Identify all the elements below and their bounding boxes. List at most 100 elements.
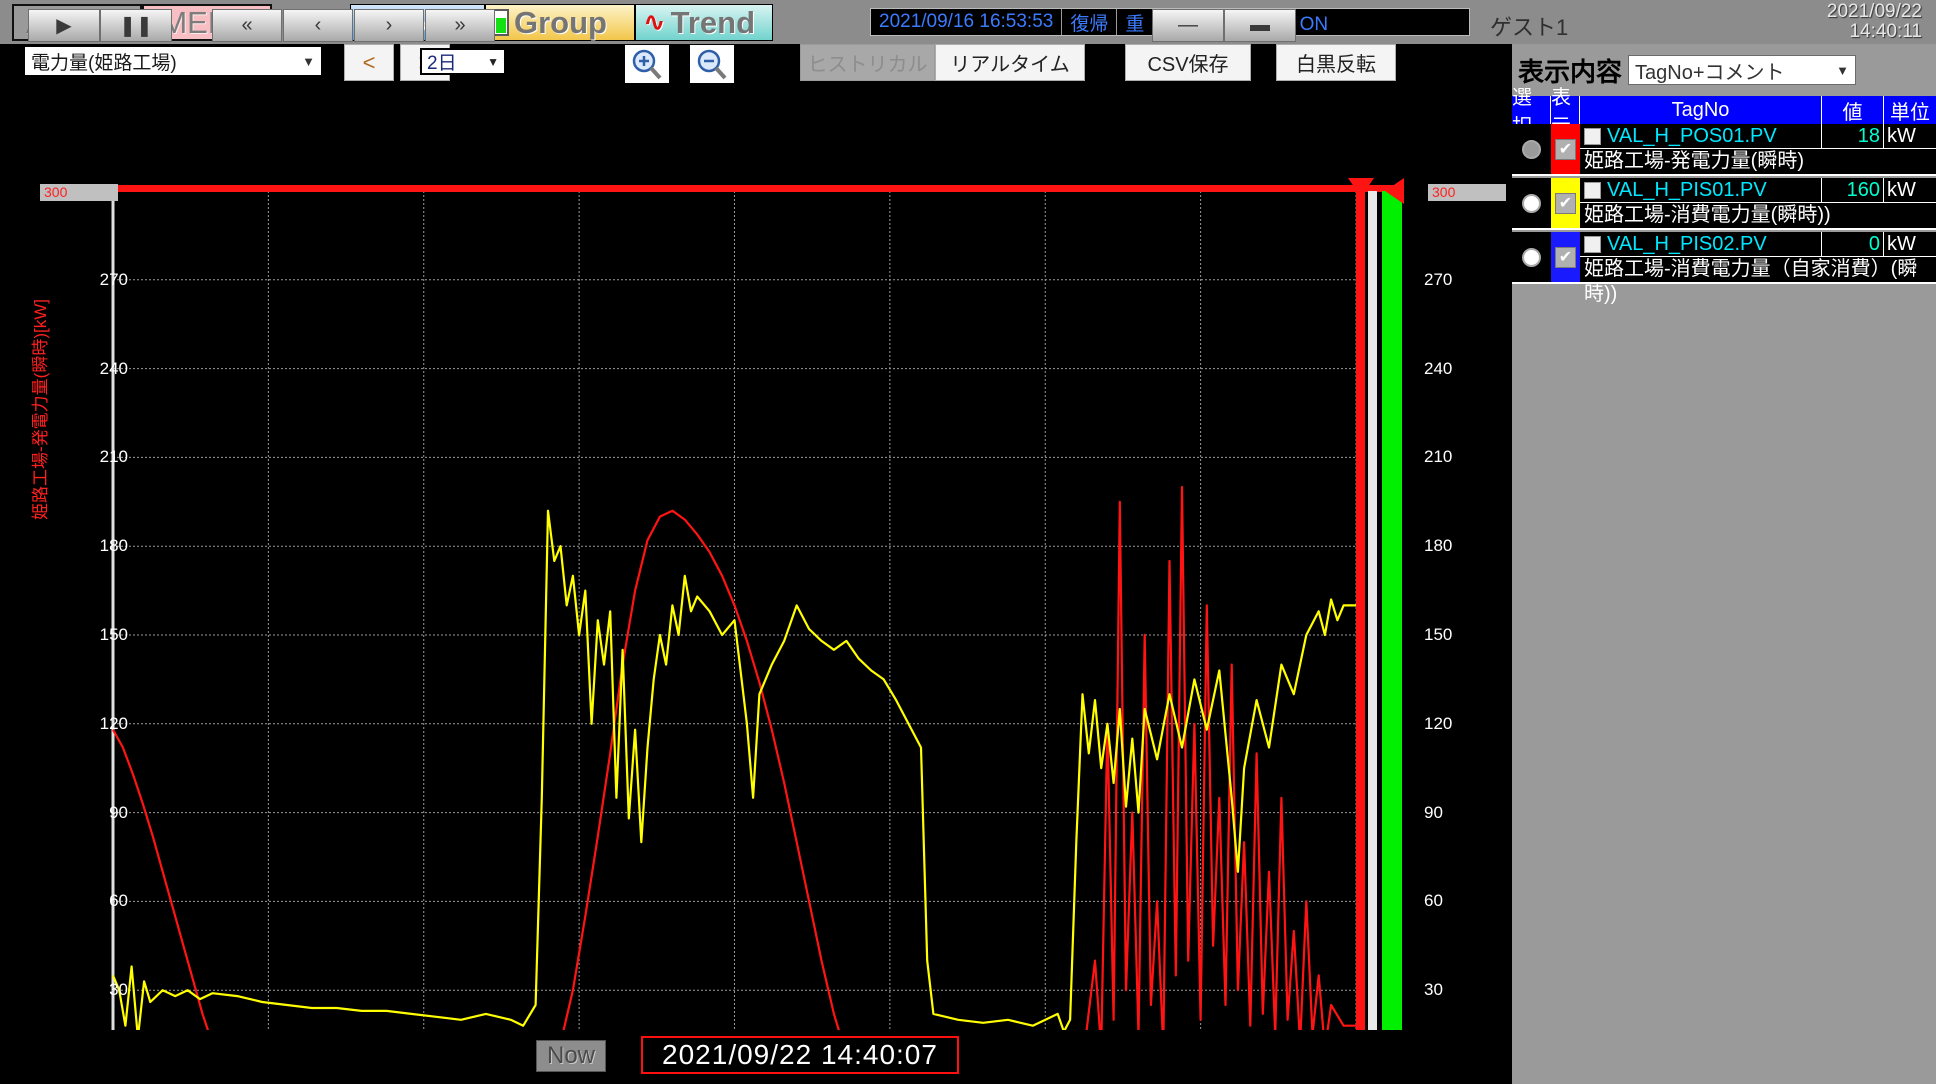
zoom-in-button[interactable] (625, 45, 669, 83)
tag-unit: kW (1884, 124, 1936, 148)
y-tick-label-right: 60 (1424, 891, 1486, 911)
y-tick-label-right: 150 (1424, 625, 1486, 645)
tag-row[interactable]: ✔ VAL_H_POS01.PV 18kW姫路工場-発電力量(瞬時) (1512, 124, 1936, 176)
tag-no-label: VAL_H_PIS02.PV (1607, 233, 1767, 256)
tab-trend[interactable]: ∿ Trend (635, 4, 773, 41)
minus-button-2[interactable]: ▬ (1224, 9, 1296, 42)
y-tick-label: 120 (66, 714, 128, 734)
current-time-field[interactable]: 2021/09/22 14:40:07 (641, 1036, 959, 1074)
tag-no: VAL_H_POS01.PV (1580, 124, 1822, 148)
header-clock: 2021/09/22 14:40:11 (1827, 2, 1922, 42)
tag-unit: kW (1884, 232, 1936, 256)
now-button[interactable]: Now (536, 1040, 606, 1072)
radio-icon[interactable] (1522, 248, 1541, 267)
display-content-select[interactable]: TagNo+コメント ▼ (1628, 55, 1856, 85)
y-tick-label-right: 120 (1424, 714, 1486, 734)
tag-line: VAL_H_PIS01.PV160kW (1580, 178, 1936, 203)
tag-panel: 表示内容 TagNo+コメント ▼ 選択 表示 TagNo 値 単位 ✔VAL_… (1512, 44, 1936, 1084)
tag-no: VAL_H_PIS02.PV (1580, 232, 1822, 256)
invert-colors-button[interactable]: 白黒反転 (1276, 44, 1396, 81)
alarm-state: 復帰 (1062, 9, 1117, 35)
col-tagno: TagNo (1580, 96, 1822, 124)
y-tick-label: 210 (66, 447, 128, 467)
square-icon[interactable] (1584, 182, 1601, 199)
group-select-value: 電力量(姫路工場) (31, 48, 177, 75)
checkbox-icon[interactable]: ✔ (1555, 139, 1576, 160)
y-tick-label: 60 (66, 891, 128, 911)
tag-line: VAL_H_POS01.PV 18kW (1580, 124, 1936, 149)
trend-screen: ALARM MENU Flow Group ∿ Trend 2021/09/16… (0, 0, 1936, 1084)
zoom-out-button[interactable] (690, 45, 734, 83)
clock-time: 14:40:11 (1827, 22, 1922, 42)
tag-select-cell[interactable] (1512, 178, 1551, 228)
span-select[interactable]: 2日 ▼ (420, 48, 506, 75)
tag-color-swatch[interactable]: ✔ (1551, 124, 1580, 174)
minus-button-1[interactable]: — (1152, 9, 1224, 42)
tab-group[interactable]: Group (485, 4, 635, 41)
tag-select-cell[interactable] (1512, 124, 1551, 174)
y-tick-label: 150 (66, 625, 128, 645)
tag-color-swatch[interactable]: ✔ (1551, 178, 1580, 228)
clock-date: 2021/09/22 (1827, 2, 1922, 22)
tag-row[interactable]: ✔VAL_H_PIS02.PV0kW姫路工場-消費電力量（自家消費）(瞬時)) (1512, 232, 1936, 284)
y-top-scale-right[interactable]: 300 (1428, 184, 1506, 201)
csv-save-button[interactable]: CSV保存 (1125, 44, 1251, 81)
square-icon[interactable] (1584, 236, 1601, 253)
y-tick-label: 90 (66, 803, 128, 823)
tag-no: VAL_H_PIS01.PV (1580, 178, 1822, 202)
y-tick-label: 180 (66, 536, 128, 556)
radio-icon[interactable] (1522, 194, 1541, 213)
y-tick-label-right: 90 (1424, 803, 1486, 823)
y-tick-label: 30 (66, 980, 128, 1000)
prev-step-button[interactable]: ‹ (283, 9, 353, 42)
historical-button[interactable]: ヒストリカル (800, 44, 935, 81)
realtime-button[interactable]: リアルタイム (935, 44, 1085, 81)
last-button[interactable]: » (425, 9, 495, 42)
checkbox-icon[interactable]: ✔ (1555, 247, 1576, 268)
y-tick-label-right: 180 (1424, 536, 1486, 556)
alarm-timestamp: 2021/09/16 16:53:53 (871, 9, 1062, 35)
chevron-down-icon: ▼ (302, 54, 315, 69)
checkbox-icon[interactable]: ✔ (1555, 193, 1576, 214)
user-name: ゲスト1 (1490, 10, 1568, 42)
tag-value: 0 (1822, 232, 1884, 256)
prev-button[interactable]: < (344, 44, 394, 81)
zoom-out-icon (695, 47, 729, 81)
col-unit: 単位 (1884, 96, 1936, 124)
col-show: 表示 (1551, 96, 1580, 124)
zoom-in-icon (630, 47, 664, 81)
tag-value: 160 (1822, 178, 1884, 202)
y-tick-label-right: 240 (1424, 359, 1486, 379)
col-select: 選択 (1512, 96, 1551, 124)
square-icon[interactable] (1584, 128, 1601, 145)
radio-icon[interactable] (1522, 140, 1541, 159)
tab-trend-label: Trend (671, 5, 755, 41)
display-content-value: TagNo+コメント (1635, 56, 1785, 85)
chevron-down-icon: ▼ (1836, 63, 1849, 78)
tag-table-header: 選択 表示 TagNo 値 単位 (1512, 96, 1936, 124)
span-select-value: 2日 (427, 48, 457, 75)
y-top-scale-left[interactable]: 300 (40, 184, 118, 201)
first-button[interactable]: « (212, 9, 282, 42)
group-select[interactable]: 電力量(姫路工場) ▼ (24, 46, 322, 76)
tag-no-label: VAL_H_POS01.PV (1607, 125, 1777, 148)
y-tick-label-right: 30 (1424, 980, 1486, 1000)
y-tick-label-right: 270 (1424, 270, 1486, 290)
y-tick-label-right: 210 (1424, 447, 1486, 467)
y-tick-label: 240 (66, 359, 128, 379)
chart-area: 姫路工場-発電力量(瞬時)[kW] 300 300 27024021018015… (0, 90, 1512, 1030)
pause-button[interactable]: ❚❚ (100, 9, 172, 42)
tag-comment: 姫路工場-発電力量(瞬時) (1580, 149, 1936, 174)
tag-comment: 姫路工場-消費電力量(瞬時)) (1580, 203, 1936, 228)
trend-plot[interactable] (0, 90, 1512, 1030)
tag-color-swatch[interactable]: ✔ (1551, 232, 1580, 282)
tag-comment: 姫路工場-消費電力量（自家消費）(瞬時)) (1580, 257, 1936, 307)
tag-select-cell[interactable] (1512, 232, 1551, 282)
col-value: 値 (1822, 96, 1884, 124)
next-step-button[interactable]: › (354, 9, 424, 42)
tag-row[interactable]: ✔VAL_H_PIS01.PV160kW姫路工場-消費電力量(瞬時)) (1512, 178, 1936, 230)
tag-unit: kW (1884, 178, 1936, 202)
tag-body: VAL_H_PIS02.PV0kW姫路工場-消費電力量（自家消費）(瞬時)) (1580, 232, 1936, 282)
play-button[interactable]: ▶ (28, 9, 100, 42)
tag-value: 18 (1822, 124, 1884, 148)
